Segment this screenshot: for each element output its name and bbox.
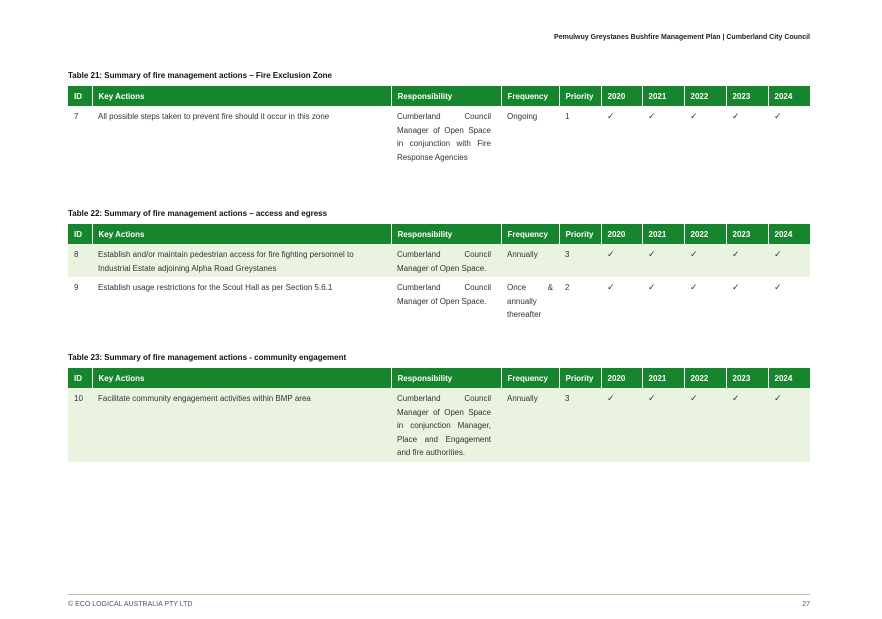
col-frequency-header: Frequency: [501, 86, 560, 106]
row-priority: 3: [559, 244, 601, 277]
col-2023-header: 2023: [726, 224, 769, 244]
table-21-section: Table 21: Summary of fire management act…: [68, 70, 810, 166]
col-2022-header: 2022: [684, 368, 727, 388]
check-2020-icon: ✓: [607, 282, 615, 292]
col-id-header: ID: [68, 368, 93, 388]
row-action: All possible steps taken to prevent fire…: [98, 112, 330, 121]
row-priority: 3: [559, 388, 601, 462]
check-2021-icon: ✓: [648, 111, 656, 121]
row-responsibility: Cumberland Council Manager of Open Space…: [391, 388, 501, 462]
row-priority: 2: [565, 283, 570, 292]
actions-table: ID Key Actions Responsibility Frequency …: [68, 368, 810, 462]
check-2021-icon: ✓: [642, 388, 684, 462]
col-2022-header: 2022: [684, 224, 727, 244]
check-2023-icon: ✓: [732, 282, 740, 292]
row-action: Establish usage restrictions for the Sco…: [98, 283, 333, 292]
table-header-row: ID Key Actions Responsibility Frequency …: [68, 224, 810, 244]
row-action: Establish and/or maintain pedestrian acc…: [92, 244, 391, 277]
col-priority-header: Priority: [559, 224, 602, 244]
col-key-actions-header: Key Actions: [92, 368, 392, 388]
col-2024-header: 2024: [768, 368, 810, 388]
table-row: 8 Establish and/or maintain pedestrian a…: [68, 244, 810, 277]
col-2023-header: 2023: [726, 86, 769, 106]
check-2024-icon: ✓: [768, 388, 810, 462]
col-id-header: ID: [68, 224, 93, 244]
row-id: 7: [74, 112, 79, 121]
check-2020-icon: ✓: [601, 244, 642, 277]
col-2021-header: 2021: [642, 224, 685, 244]
table-title: Table 21: Summary of fire management act…: [68, 71, 332, 80]
table-title: Table 23: Summary of fire management act…: [68, 353, 347, 362]
col-key-actions-header: Key Actions: [92, 224, 392, 244]
check-2024-icon: ✓: [768, 244, 810, 277]
check-2023-icon: ✓: [726, 244, 768, 277]
col-frequency-header: Frequency: [501, 224, 560, 244]
row-responsibility: Cumberland Council Manager of Open Space…: [391, 244, 501, 277]
table-row: 7 All possible steps taken to prevent fi…: [68, 106, 810, 166]
table-row: 10 Facilitate community engagement activ…: [68, 388, 810, 462]
col-2022-header: 2022: [684, 86, 727, 106]
table-title: Table 22: Summary of fire management act…: [68, 209, 328, 218]
col-2020-header: 2020: [601, 86, 643, 106]
col-responsibility-header: Responsibility: [391, 224, 502, 244]
check-2023-icon: ✓: [726, 388, 768, 462]
col-priority-header: Priority: [559, 86, 602, 106]
table-header-row: ID Key Actions Responsibility Frequency …: [68, 86, 810, 106]
row-frequency: Ongoing: [507, 112, 538, 121]
check-2023-icon: ✓: [732, 111, 740, 121]
col-2021-header: 2021: [642, 368, 685, 388]
row-id: 8: [68, 244, 92, 277]
row-frequency: Once & annually thereafter: [507, 283, 553, 319]
col-responsibility-header: Responsibility: [391, 368, 502, 388]
table-header-row: ID Key Actions Responsibility Frequency …: [68, 368, 810, 388]
col-2020-header: 2020: [601, 368, 643, 388]
check-2022-icon: ✓: [684, 388, 726, 462]
footer-divider: [68, 594, 810, 595]
check-2020-icon: ✓: [601, 388, 642, 462]
col-2024-header: 2024: [768, 86, 810, 106]
col-2020-header: 2020: [601, 224, 643, 244]
col-priority-header: Priority: [559, 368, 602, 388]
row-priority: 1: [565, 112, 570, 121]
col-2024-header: 2024: [768, 224, 810, 244]
check-2021-icon: ✓: [642, 244, 684, 277]
check-2024-icon: ✓: [774, 111, 782, 121]
col-2023-header: 2023: [726, 368, 769, 388]
col-id-header: ID: [68, 86, 93, 106]
page-number: 27: [802, 601, 810, 608]
actions-table: ID Key Actions Responsibility Frequency …: [68, 86, 810, 166]
col-key-actions-header: Key Actions: [92, 86, 392, 106]
footer-copyright: © ECO LOGICAL AUSTRALIA PTY LTD: [68, 601, 193, 608]
row-responsibility: Cumberland Council Manager of Open Space…: [397, 283, 491, 306]
check-2020-icon: ✓: [607, 111, 615, 121]
actions-table: ID Key Actions Responsibility Frequency …: [68, 224, 810, 324]
check-2022-icon: ✓: [690, 111, 698, 121]
table-22-section: Table 22: Summary of fire management act…: [68, 208, 810, 324]
row-id: 9: [74, 283, 79, 292]
table-row: 9 Establish usage restrictions for the S…: [68, 277, 810, 324]
document-header-title: Pemulwuy Greystanes Bushfire Management …: [554, 34, 810, 41]
row-frequency: Annually: [501, 388, 559, 462]
row-action: Facilitate community engagement activiti…: [92, 388, 391, 462]
row-id: 10: [68, 388, 92, 462]
check-2022-icon: ✓: [684, 244, 726, 277]
check-2022-icon: ✓: [690, 282, 698, 292]
row-frequency: Annually: [501, 244, 559, 277]
table-23-section: Table 23: Summary of fire management act…: [68, 352, 810, 462]
row-responsibility: Cumberland Council Manager of Open Space…: [397, 112, 491, 162]
col-2021-header: 2021: [642, 86, 685, 106]
col-responsibility-header: Responsibility: [391, 86, 502, 106]
col-frequency-header: Frequency: [501, 368, 560, 388]
check-2021-icon: ✓: [648, 282, 656, 292]
check-2024-icon: ✓: [774, 282, 782, 292]
